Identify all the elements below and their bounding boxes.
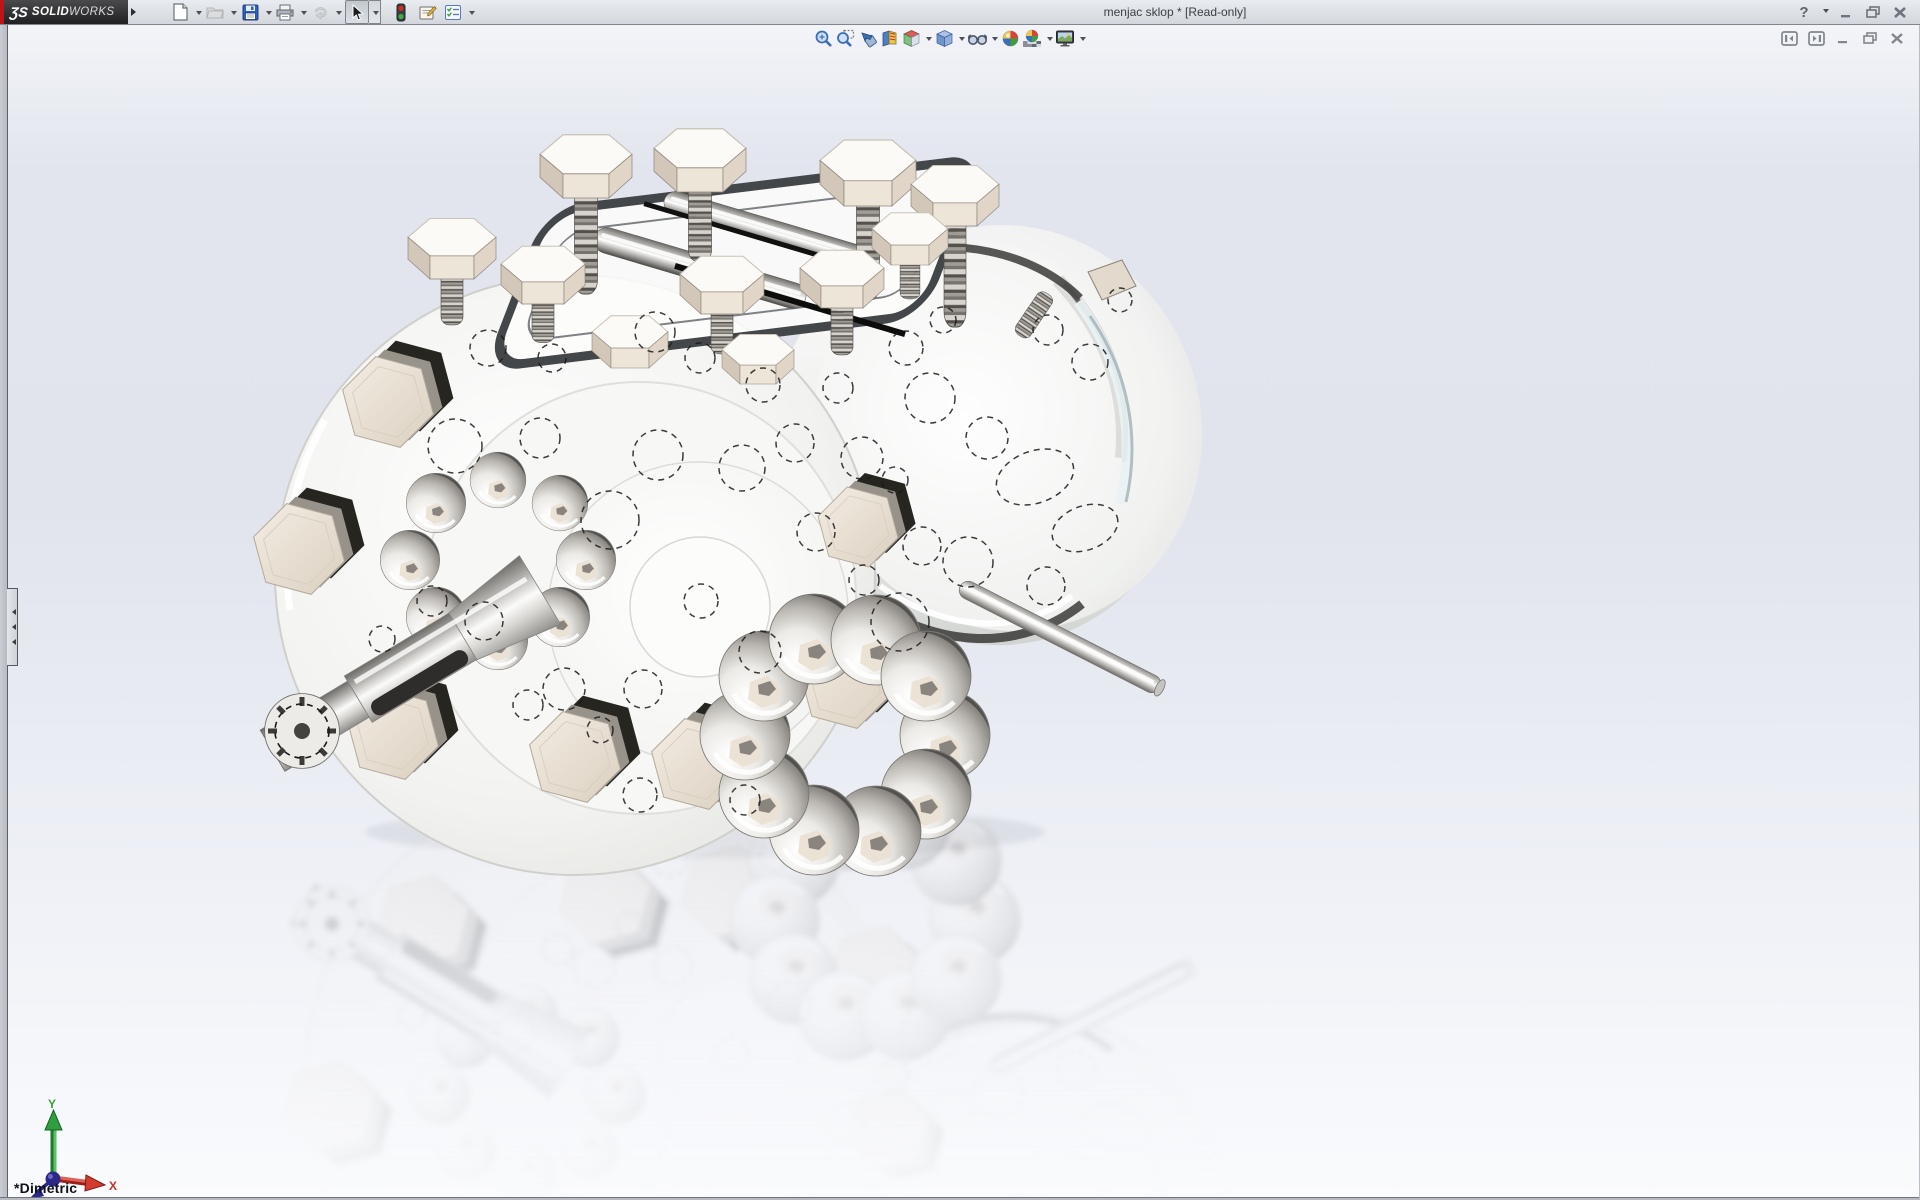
options-dropdown[interactable]: [465, 1, 476, 23]
chevron-right-icon: [131, 8, 140, 16]
toolbar-overflow-button[interactable]: [130, 3, 140, 21]
save-floppy-icon: [242, 4, 259, 21]
print-dropdown[interactable]: [297, 1, 308, 23]
chevron-left-icon: [9, 609, 16, 615]
new-document-button[interactable]: [168, 0, 192, 24]
printer-icon: [276, 4, 294, 21]
collapse-left-pane-button[interactable]: [1780, 30, 1798, 46]
hide-show-items-dropdown[interactable]: [988, 27, 999, 49]
minimize-icon: [1840, 6, 1853, 18]
save-button[interactable]: [238, 0, 262, 24]
viewport-3d-canvas[interactable]: [0, 0, 1920, 1200]
gearbox-model[interactable]: [252, 129, 1263, 876]
select-tool-dropdown[interactable]: [369, 0, 381, 24]
close-icon: [1890, 32, 1904, 45]
new-document-icon: [172, 3, 189, 21]
apply-scene-dropdown[interactable]: [1043, 27, 1054, 49]
minimize-window-button[interactable]: [1836, 2, 1856, 22]
solidworks-window: ƷS SOLIDWORKS: [0, 0, 1920, 1200]
undo-dropdown[interactable]: [332, 1, 343, 23]
checklist-icon: [444, 4, 462, 21]
display-style-button[interactable]: [933, 27, 955, 49]
restore-window-button[interactable]: [1863, 2, 1883, 22]
view-settings-button[interactable]: [1054, 27, 1076, 49]
close-window-button[interactable]: [1890, 2, 1910, 22]
apply-scene-icon: [1022, 29, 1042, 48]
previous-view-button[interactable]: [856, 27, 878, 49]
svg-text:X: X: [109, 1179, 117, 1193]
solidworks-logo-icon: ƷS: [9, 4, 29, 20]
view-settings-dropdown[interactable]: [1076, 27, 1087, 49]
minimize-document-button[interactable]: [1834, 30, 1852, 46]
new-document-dropdown[interactable]: [192, 1, 203, 23]
eyeglasses-icon: [967, 30, 988, 47]
hide-show-items-button[interactable]: [966, 27, 988, 49]
help-dropdown[interactable]: [1823, 9, 1829, 16]
display-style-dropdown[interactable]: [955, 27, 966, 49]
zoom-to-area-button[interactable]: [834, 27, 856, 49]
collapse-right-pane-button[interactable]: [1807, 30, 1825, 46]
edit-appearance-button[interactable]: [999, 27, 1021, 49]
view-orientation-icon: [902, 29, 921, 48]
open-folder-icon: [206, 4, 224, 20]
document-title: menjac sklop * [Read-only]: [1040, 0, 1310, 24]
restore-document-button[interactable]: [1861, 30, 1879, 46]
view-settings-icon: [1055, 29, 1075, 48]
logo-red-strip: [0, 0, 4, 24]
appearance-ball-icon: [1001, 29, 1020, 48]
save-dropdown[interactable]: [262, 1, 273, 23]
solidworks-logo: ƷS SOLIDWORKS: [0, 0, 128, 24]
previous-view-icon: [858, 29, 877, 48]
svg-text:Y: Y: [48, 1097, 56, 1111]
view-orientation-label: *Dimetric: [14, 1180, 77, 1196]
select-tool-button[interactable]: [345, 0, 369, 24]
display-style-icon: [935, 29, 954, 48]
view-orientation-dropdown[interactable]: [922, 27, 933, 49]
interference-check-button[interactable]: [389, 0, 413, 24]
triad-y-axis: Y: [45, 1097, 62, 1178]
apply-scene-button[interactable]: [1021, 27, 1043, 49]
help-button[interactable]: ?: [1794, 2, 1814, 22]
traffic-light-icon: [396, 3, 406, 22]
cursor-arrow-icon: [350, 4, 364, 21]
main-toolbar: [168, 1, 476, 23]
zoom-to-area-icon: [836, 29, 855, 48]
view-orientation-button[interactable]: [900, 27, 922, 49]
open-document-button[interactable]: [203, 0, 227, 24]
headsup-view-toolbar: [812, 27, 1087, 49]
options-list-button[interactable]: [441, 0, 465, 24]
annotation-note-button[interactable]: [415, 0, 439, 24]
open-document-dropdown[interactable]: [227, 1, 238, 23]
feature-panel-handle[interactable]: [7, 588, 18, 666]
close-icon: [1893, 6, 1907, 19]
pane-left-icon: [1781, 31, 1798, 46]
undo-arrow-icon: [311, 4, 329, 20]
close-document-button[interactable]: [1888, 30, 1906, 46]
zoom-to-fit-icon: [814, 29, 833, 48]
note-pencil-icon: [418, 4, 437, 21]
minimize-icon: [1837, 32, 1850, 44]
restore-icon: [1863, 32, 1878, 45]
section-view-icon: [880, 29, 899, 48]
section-view-button[interactable]: [878, 27, 900, 49]
restore-icon: [1866, 6, 1881, 19]
print-button[interactable]: [273, 0, 297, 24]
titlebar: ƷS SOLIDWORKS: [0, 0, 1920, 25]
chevron-left-icon: [9, 624, 16, 630]
window-controls: ?: [1794, 0, 1910, 24]
zoom-to-fit-button[interactable]: [812, 27, 834, 49]
chevron-left-icon: [9, 639, 16, 645]
brand-name: SOLIDWORKS: [32, 6, 115, 18]
pane-right-icon: [1808, 31, 1825, 46]
document-window-controls: [1780, 30, 1906, 46]
undo-button[interactable]: [308, 0, 332, 24]
